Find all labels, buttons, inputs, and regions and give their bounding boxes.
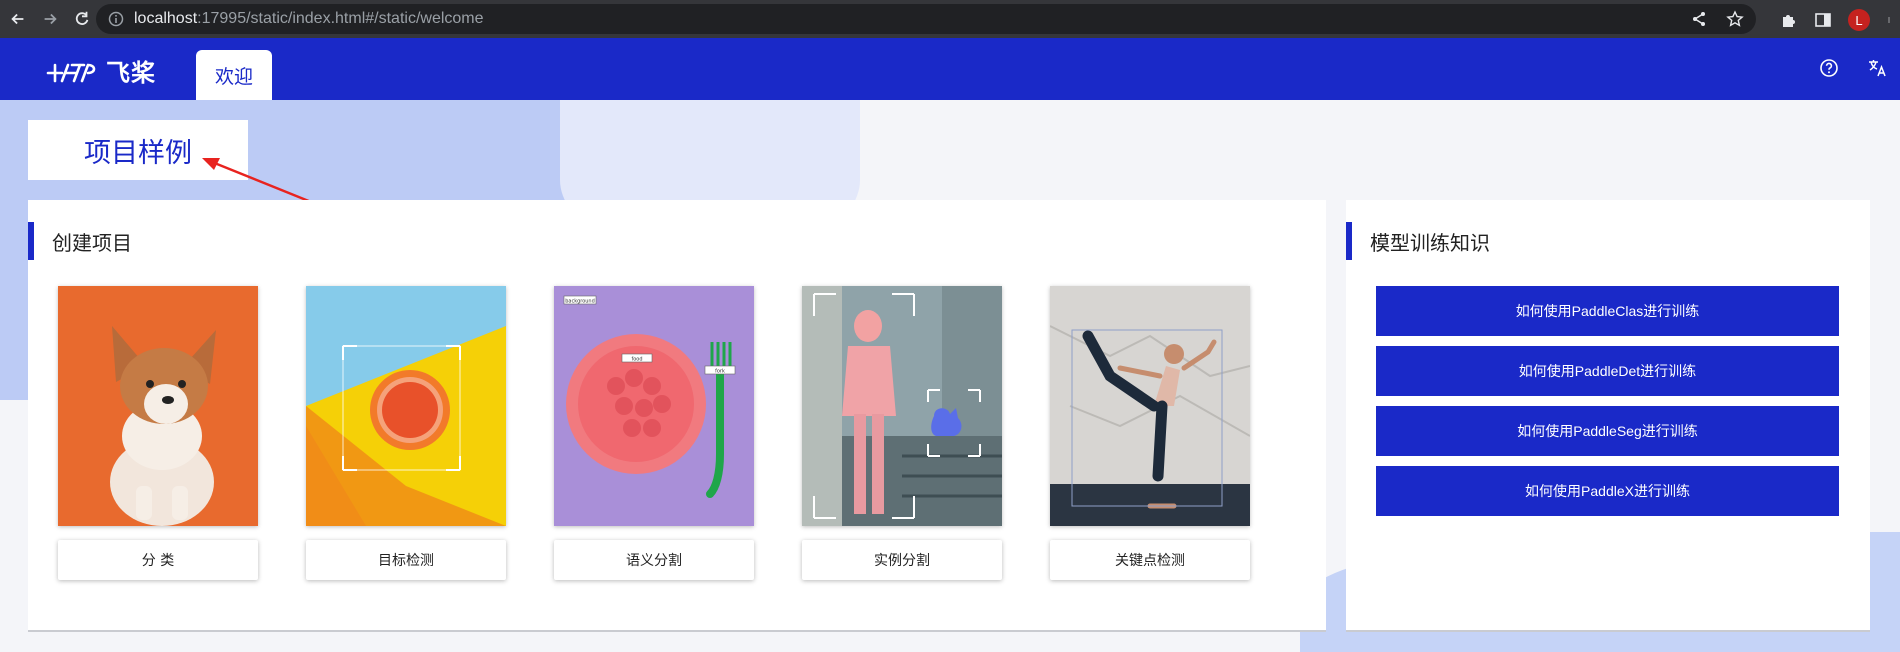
card-detection: 目标检测 [306,286,506,580]
bookmark-star-icon[interactable] [1726,10,1744,28]
reload-button[interactable] [68,5,96,33]
panel-header: 创建项目 [28,222,132,260]
paddle-logo[interactable]: 飞桨 [44,53,156,88]
paddleseg-guide-link[interactable]: 如何使用PaddleSeg进行训练 [1376,406,1839,456]
panel-title: 模型训练知识 [1370,230,1490,255]
paddledet-guide-link[interactable]: 如何使用PaddleDet进行训练 [1376,346,1839,396]
paddlex-guide-link[interactable]: 如何使用PaddleX进行训练 [1376,466,1839,516]
forward-button[interactable] [36,5,64,33]
street-illustration [802,286,1002,526]
share-icon[interactable] [1690,10,1708,28]
orange-illustration [306,286,506,526]
training-links: 如何使用PaddleClas进行训练 如何使用PaddleDet进行训练 如何使… [1376,286,1839,516]
logo-text: 飞桨 [106,59,156,87]
page-title: 项目样例 [84,137,192,169]
orange-detection-image[interactable] [306,286,506,526]
translate-icon[interactable] [1866,57,1888,79]
url-text: localhost:17995/static/index.html#/stati… [134,10,484,27]
card-keypoint-detection: 关键点检测 [1050,286,1250,580]
segmentation-label-food: food [631,357,642,363]
panel-accent-bar [28,222,34,260]
yoga-keypoint-image[interactable] [1050,286,1250,526]
create-project-panel: 创建项目 分 类 目标检测 background food fork 语义分割 … [28,200,1326,632]
create-classification-button[interactable]: 分 类 [58,540,258,580]
project-cards: 分 类 目标检测 background food fork 语义分割 实例分割 … [58,286,1250,580]
segmentation-label-fork: fork [715,369,725,375]
create-detection-button[interactable]: 目标检测 [306,540,506,580]
extensions-icon[interactable] [1780,11,1798,29]
help-icon[interactable] [1818,57,1840,79]
tab-welcome[interactable]: 欢迎 [196,50,272,100]
profile-avatar[interactable]: L [1848,9,1870,31]
training-knowledge-panel: 模型训练知识 如何使用PaddleClas进行训练 如何使用PaddleDet进… [1346,200,1870,632]
card-classification: 分 类 [58,286,258,580]
create-semantic-segmentation-button[interactable]: 语义分割 [554,540,754,580]
corgi-illustration [58,286,258,526]
back-button[interactable] [4,5,32,33]
reload-icon [75,11,89,25]
address-bar[interactable]: localhost:17995/static/index.html#/stati… [96,4,1756,34]
yoga-illustration [1050,286,1250,526]
panel-accent-bar [1346,222,1352,260]
more-menu-icon[interactable] [1886,11,1892,29]
panel-title: 创建项目 [52,230,132,255]
card-semantic-segmentation: background food fork 语义分割 [554,286,754,580]
paddleclas-guide-link[interactable]: 如何使用PaddleClas进行训练 [1376,286,1839,336]
corgi-dog-image[interactable] [58,286,258,526]
side-panel-icon[interactable] [1814,11,1832,29]
back-arrow-icon [11,13,24,25]
browser-toolbar: localhost:17995/static/index.html#/stati… [0,0,1900,38]
paddle-logo-mark-icon [46,63,96,82]
segmentation-label-background: background [565,299,595,305]
plate-segmentation-image[interactable]: background food fork [554,286,754,526]
create-instance-segmentation-button[interactable]: 实例分割 [802,540,1002,580]
info-icon [108,11,124,27]
forward-arrow-icon [44,13,57,25]
plate-illustration: background food fork [554,286,754,526]
app-header: 飞桨 欢迎 [0,38,1900,100]
card-instance-segmentation: 实例分割 [802,286,1002,580]
create-keypoint-detection-button[interactable]: 关键点检测 [1050,540,1250,580]
panel-header: 模型训练知识 [1346,222,1490,260]
woman-dog-instance-image[interactable] [802,286,1002,526]
